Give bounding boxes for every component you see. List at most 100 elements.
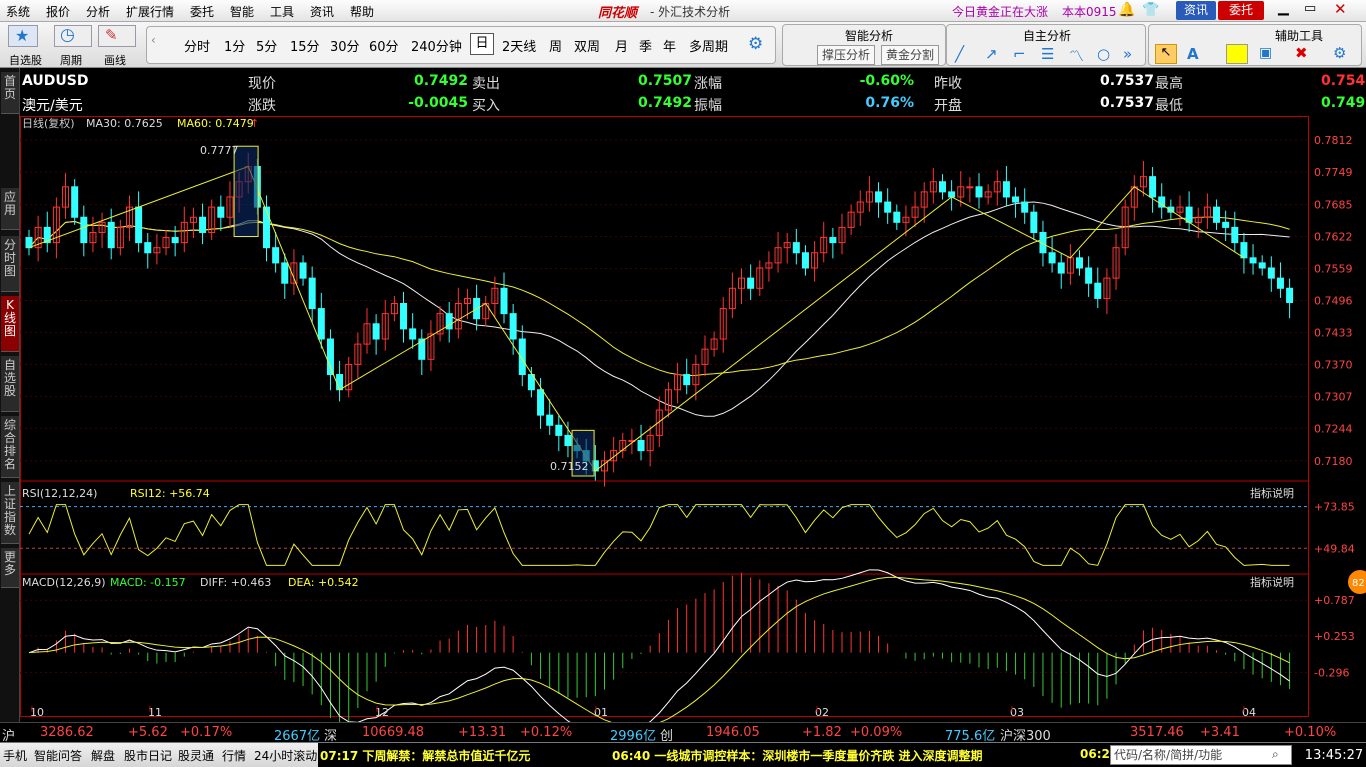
tab-smart-qa[interactable]: 智能问答: [34, 747, 82, 764]
news-item-2[interactable]: 06:40 一线城市调控样本：深圳楼市一季度量价齐跌 进入深度调整期: [612, 747, 983, 764]
period-day[interactable]: 日: [470, 33, 494, 55]
period-month[interactable]: 月: [615, 36, 628, 55]
sidebar-tab-home[interactable]: 首页: [1, 72, 19, 114]
ma30-line: [28, 201, 1290, 417]
candle-body: [299, 262, 307, 279]
y-tick-label: 0.7433: [1314, 326, 1353, 339]
circle-tool-icon[interactable]: ○: [1097, 45, 1110, 63]
self-select-label[interactable]: 自选股: [9, 52, 42, 68]
shirt-icon[interactable]: 👕: [1142, 2, 1159, 18]
period-1min[interactable]: 1分: [224, 36, 245, 55]
cursor-icon[interactable]: ↖: [1155, 44, 1177, 64]
maximize-icon[interactable]: ▭: [1304, 1, 1316, 16]
tab-jiepan[interactable]: 解盘: [91, 747, 115, 764]
quote-value: 0.7547: [1320, 73, 1366, 89]
quote-label: 最低: [1155, 98, 1183, 114]
candle-body: [829, 237, 837, 244]
period-2week[interactable]: 双周: [574, 36, 600, 55]
rsi-explain-button[interactable]: 指标说明: [1250, 486, 1294, 500]
search-icon[interactable]: ⌕: [1272, 747, 1279, 762]
sidebar-tab-sh-index[interactable]: 上证指数: [1, 482, 19, 544]
period-30min[interactable]: 30分: [330, 36, 360, 55]
menu-help[interactable]: 帮助: [350, 3, 374, 20]
search-input[interactable]: 代码/名称/简拼/功能: [1110, 745, 1292, 765]
tab-market[interactable]: 行情: [222, 747, 246, 764]
candle-body: [792, 242, 800, 254]
delete-icon[interactable]: ✖: [1295, 44, 1308, 62]
ray-tool-icon[interactable]: ↗: [985, 45, 998, 63]
wave-tool-icon[interactable]: 〽: [1069, 45, 1084, 66]
menu-smart[interactable]: 智能: [230, 3, 254, 20]
candle-body: [1048, 252, 1056, 264]
y-tick-label: 0.7370: [1314, 358, 1353, 371]
menu-system[interactable]: 系统: [6, 3, 30, 20]
news-button[interactable]: 资讯: [1176, 1, 1216, 20]
menu-analysis[interactable]: 分析: [86, 3, 110, 20]
period-multi[interactable]: 多周期: [689, 36, 728, 55]
sidebar-tab-timeshare[interactable]: 分时图: [1, 236, 19, 292]
menu-trade[interactable]: 委托: [190, 3, 214, 20]
trade-button[interactable]: 委托: [1218, 1, 1264, 20]
candle-body: [1094, 282, 1102, 299]
sidebar-tab-kline[interactable]: K线图: [1, 296, 19, 352]
sidebar-tab-watchlist[interactable]: 自选股: [1, 356, 19, 412]
menu-tools[interactable]: 工具: [270, 3, 294, 20]
text-color-icon[interactable]: A: [1187, 45, 1199, 63]
pencil-draw-icon[interactable]: ✎: [98, 25, 136, 47]
line-tool-icon[interactable]: ╱: [955, 45, 964, 63]
y-tick-label: 0.7622: [1314, 231, 1353, 244]
sidebar-tab-apps[interactable]: 应用: [1, 188, 19, 230]
period-2day[interactable]: 2天线: [502, 36, 536, 55]
candle-body: [171, 237, 179, 244]
period-240min[interactable]: 240分钟: [411, 36, 462, 55]
candle-body: [1149, 176, 1157, 198]
candle-body: [564, 434, 572, 447]
bell-icon[interactable]: 🔔: [1118, 2, 1135, 18]
period-quarter[interactable]: 季: [639, 36, 652, 55]
more-tools-icon[interactable]: »: [1123, 45, 1132, 63]
golden-section-button[interactable]: 黄金分割: [881, 45, 939, 65]
candle-body: [747, 277, 755, 289]
cy-value: 1946.05: [706, 725, 760, 740]
channel-tool-icon[interactable]: ☰: [1041, 45, 1054, 63]
period-year[interactable]: 年: [663, 36, 676, 55]
period-fenshi[interactable]: 分时: [184, 36, 210, 55]
y-tick-label: 0.7180: [1314, 455, 1353, 468]
tab-mobile[interactable]: 手机: [3, 747, 27, 764]
tab-gulingtong[interactable]: 股灵通: [178, 747, 214, 764]
minimize-icon[interactable]: ▁: [1278, 0, 1289, 16]
promo-link[interactable]: 今日黄金正在大涨: [952, 3, 1048, 20]
quote-value: -0.60%: [859, 73, 914, 89]
sidebar-tab-more[interactable]: 更多: [1, 548, 19, 588]
period-week[interactable]: 周: [549, 36, 562, 55]
settings-icon[interactable]: ⚙: [1333, 44, 1346, 62]
menu-news[interactable]: 资讯: [310, 3, 334, 20]
y-tick-label: 0.7685: [1314, 199, 1353, 212]
menu-quote[interactable]: 报价: [46, 3, 70, 20]
period-5min[interactable]: 5分: [256, 36, 277, 55]
cycle-clock-icon[interactable]: ◷: [54, 25, 92, 47]
left-sidebar: 首页 应用 分时图 K线图 自选股 综合排名 上证指数 更多: [0, 68, 20, 743]
period-15min[interactable]: 15分: [290, 36, 320, 55]
self-select-star-icon[interactable]: ★: [8, 25, 38, 47]
close-icon[interactable]: ✕: [1334, 0, 1347, 18]
macd-explain-button[interactable]: 指标说明: [1250, 575, 1294, 589]
cycle-label[interactable]: 周期: [60, 52, 82, 68]
color-picker-icon[interactable]: [1226, 44, 1248, 64]
chevron-left-icon[interactable]: ‹: [151, 33, 156, 47]
news-item-1[interactable]: 07:17 下周解禁：解禁总市值近千亿元: [320, 747, 530, 764]
tab-24h[interactable]: 24小时滚动: [254, 747, 317, 764]
menu-ext-quote[interactable]: 扩展行情: [126, 3, 174, 20]
clock: 13:45:27: [1302, 747, 1366, 767]
support-resistance-button[interactable]: 撑压分析: [817, 45, 875, 65]
kline-chart[interactable]: 0.7812 0.7749 0.7685 0.7622 0.7559 0.7496 0.74…: [20, 116, 1366, 722]
gear-icon[interactable]: ⚙: [748, 34, 763, 54]
candle-body: [1222, 221, 1230, 228]
period-60min[interactable]: 60分: [369, 36, 399, 55]
save-icon[interactable]: ▣: [1259, 45, 1272, 61]
sidebar-tab-ranking[interactable]: 综合排名: [1, 416, 19, 478]
draw-label[interactable]: 画线: [104, 52, 126, 68]
rect-tool-icon[interactable]: ⌐: [1013, 45, 1026, 63]
tab-diary[interactable]: 股市日记: [124, 747, 172, 764]
rsi-tick-label: +73.85: [1314, 501, 1355, 514]
